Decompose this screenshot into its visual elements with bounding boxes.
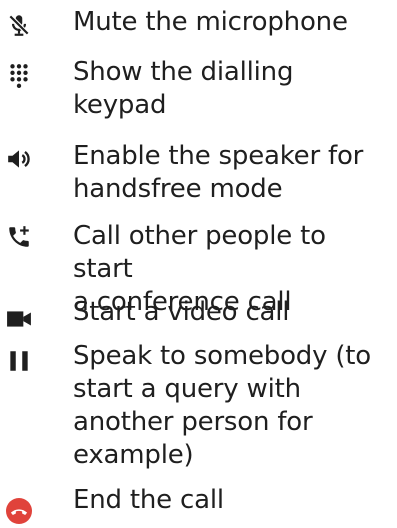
dialpad-icon	[6, 62, 32, 88]
add-call-icon	[6, 224, 32, 250]
legend-label: Mute the microphone	[73, 7, 348, 37]
legend-label: Enable the speaker for handsfree mode	[73, 141, 364, 204]
pause-icon	[6, 348, 32, 374]
call-controls-legend: Mute the microphone Show the dialling ke…	[0, 0, 397, 528]
speaker-icon	[6, 146, 32, 172]
microphone-muted-icon	[6, 12, 32, 38]
legend-label: Speak to somebody (to start a query with…	[73, 341, 372, 470]
legend-label: Start a video call	[73, 297, 290, 327]
video-camera-icon	[6, 306, 32, 332]
legend-label: Show the dialling keypad	[73, 57, 294, 120]
legend-label: End the call	[73, 485, 224, 515]
end-call-icon	[6, 498, 32, 524]
